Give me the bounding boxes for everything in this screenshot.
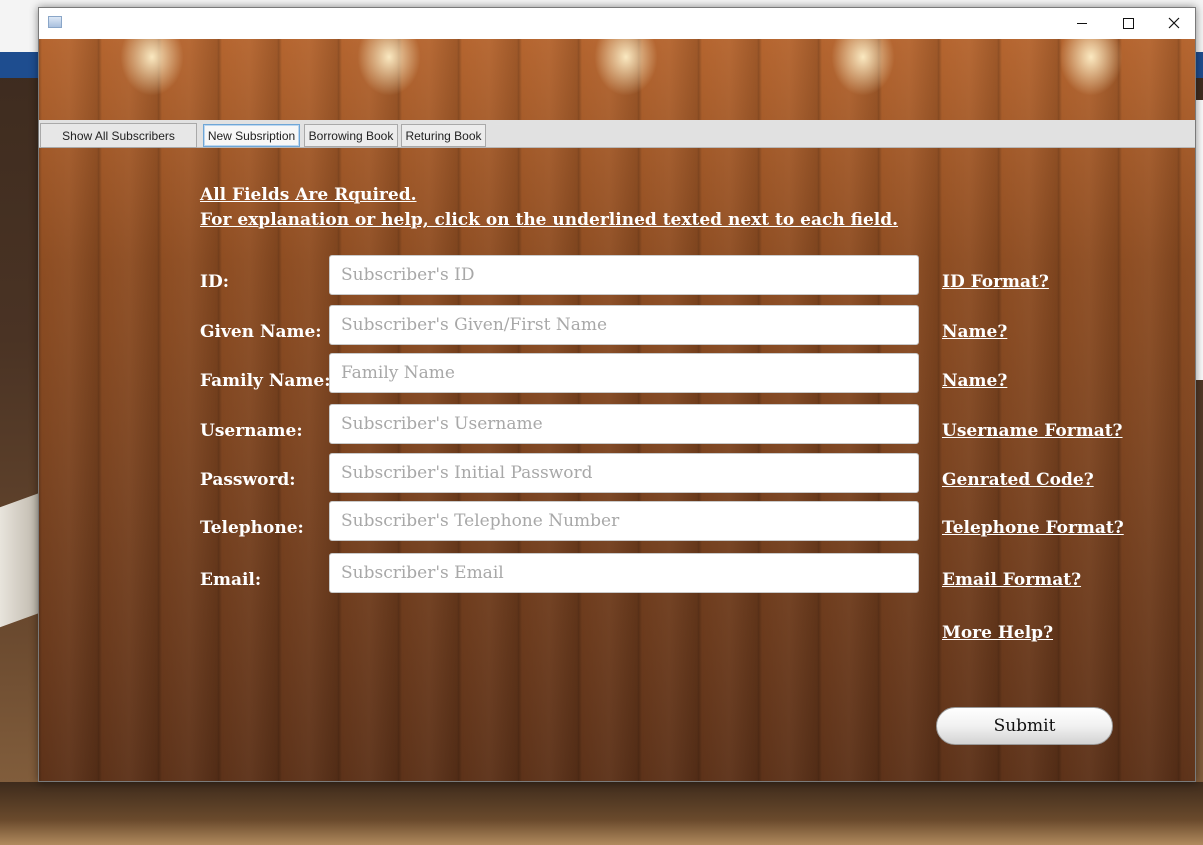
family-name-input[interactable] [329, 353, 919, 393]
username-label: Username: [200, 421, 303, 441]
app-window: Show All Subscribers New Subsription Bor… [38, 7, 1196, 782]
close-icon [1168, 17, 1180, 29]
family-name-label: Family Name: [200, 371, 331, 391]
tab-new-subscription[interactable]: New Subsription [203, 124, 300, 147]
submit-button[interactable]: Submit [936, 707, 1113, 745]
family-name-help-link[interactable]: Name? [942, 371, 1007, 391]
tab-bar: Show All Subscribers New Subsription Bor… [39, 120, 1195, 148]
desktop-background-window-edge [1196, 100, 1203, 380]
main-content: Show All Subscribers New Subsription Bor… [39, 39, 1195, 781]
telephone-input[interactable] [329, 501, 919, 541]
desktop-background-book [0, 492, 40, 628]
more-help-link[interactable]: More Help? [942, 623, 1053, 643]
telephone-label: Telephone: [200, 518, 304, 538]
telephone-format-help-link[interactable]: Telephone Format? [942, 518, 1124, 538]
username-format-help-link[interactable]: Username Format? [942, 421, 1123, 441]
tab-borrowing-book[interactable]: Borrowing Book [304, 124, 398, 147]
username-input[interactable] [329, 404, 919, 444]
given-name-help-link[interactable]: Name? [942, 322, 1007, 342]
email-label: Email: [200, 570, 262, 590]
id-label: ID: [200, 272, 229, 292]
password-input[interactable] [329, 453, 919, 493]
help-instructions[interactable]: For explanation or help, click on the un… [200, 210, 898, 230]
email-format-help-link[interactable]: Email Format? [942, 570, 1081, 590]
minimize-button[interactable] [1059, 8, 1105, 38]
desktop-background-bottom [0, 782, 1203, 845]
given-name-label: Given Name: [200, 322, 322, 342]
close-button[interactable] [1151, 8, 1197, 38]
id-input[interactable] [329, 255, 919, 295]
tab-show-all-subscribers[interactable]: Show All Subscribers [40, 123, 197, 148]
id-format-help-link[interactable]: ID Format? [942, 272, 1049, 292]
minimize-icon [1077, 22, 1087, 24]
email-input[interactable] [329, 553, 919, 593]
maximize-button[interactable] [1105, 8, 1151, 38]
required-notice[interactable]: All Fields Are Rquired. [200, 185, 417, 205]
title-bar[interactable] [39, 8, 1195, 39]
app-icon [48, 16, 62, 28]
maximize-icon [1122, 17, 1134, 29]
given-name-input[interactable] [329, 305, 919, 345]
generated-code-help-link[interactable]: Genrated Code? [942, 470, 1094, 490]
password-label: Password: [200, 470, 296, 490]
tab-returning-book[interactable]: Returing Book [401, 124, 486, 147]
